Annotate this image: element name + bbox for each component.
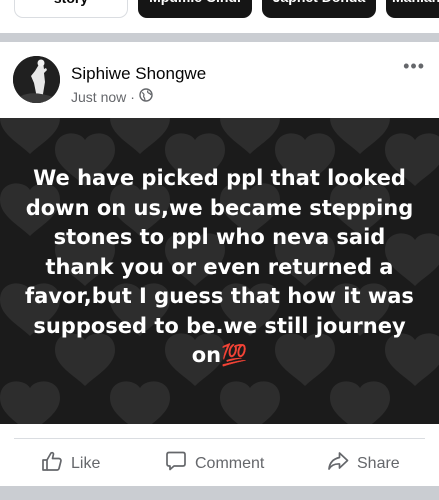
share-label: Share — [357, 454, 400, 472]
post-text-body: We have picked ppl that looked down on u… — [25, 166, 414, 367]
like-label: Like — [71, 454, 101, 472]
share-icon — [327, 450, 349, 477]
post-image[interactable]: We have picked ppl that looked down on u… — [0, 118, 439, 424]
stories-strip: story Mpumie Cindi Japhet Donda Mahlan — [0, 0, 439, 26]
comment-button[interactable]: Comment — [165, 450, 264, 477]
post-actions: Like Comment Share — [0, 439, 439, 485]
share-button[interactable]: Share — [327, 450, 400, 477]
post-footer-gap — [0, 424, 439, 439]
thumbs-up-icon — [41, 450, 63, 477]
hundred-points-icon: 💯 — [221, 343, 248, 367]
author-name[interactable]: Siphiwe Shongwe — [71, 64, 206, 84]
like-button[interactable]: Like — [41, 450, 100, 477]
story-card[interactable]: Mpumie Cindi — [138, 0, 252, 18]
create-story-button[interactable]: story — [14, 0, 128, 18]
comment-icon — [165, 450, 187, 477]
section-divider — [0, 33, 439, 42]
section-divider — [0, 486, 439, 500]
post-meta: Just now · — [71, 88, 153, 105]
globe-icon — [139, 88, 153, 105]
comment-label: Comment — [195, 454, 265, 472]
avatar[interactable] — [13, 56, 60, 103]
more-dots-icon[interactable]: ••• — [403, 56, 425, 77]
post-header: Siphiwe Shongwe Just now · ••• — [0, 42, 439, 118]
post-timestamp[interactable]: Just now — [71, 89, 126, 105]
story-card[interactable]: Mahlan — [386, 0, 439, 18]
story-card[interactable]: Japhet Donda — [262, 0, 376, 18]
meta-separator: · — [130, 88, 135, 105]
post-text: We have picked ppl that looked down on u… — [20, 164, 419, 371]
